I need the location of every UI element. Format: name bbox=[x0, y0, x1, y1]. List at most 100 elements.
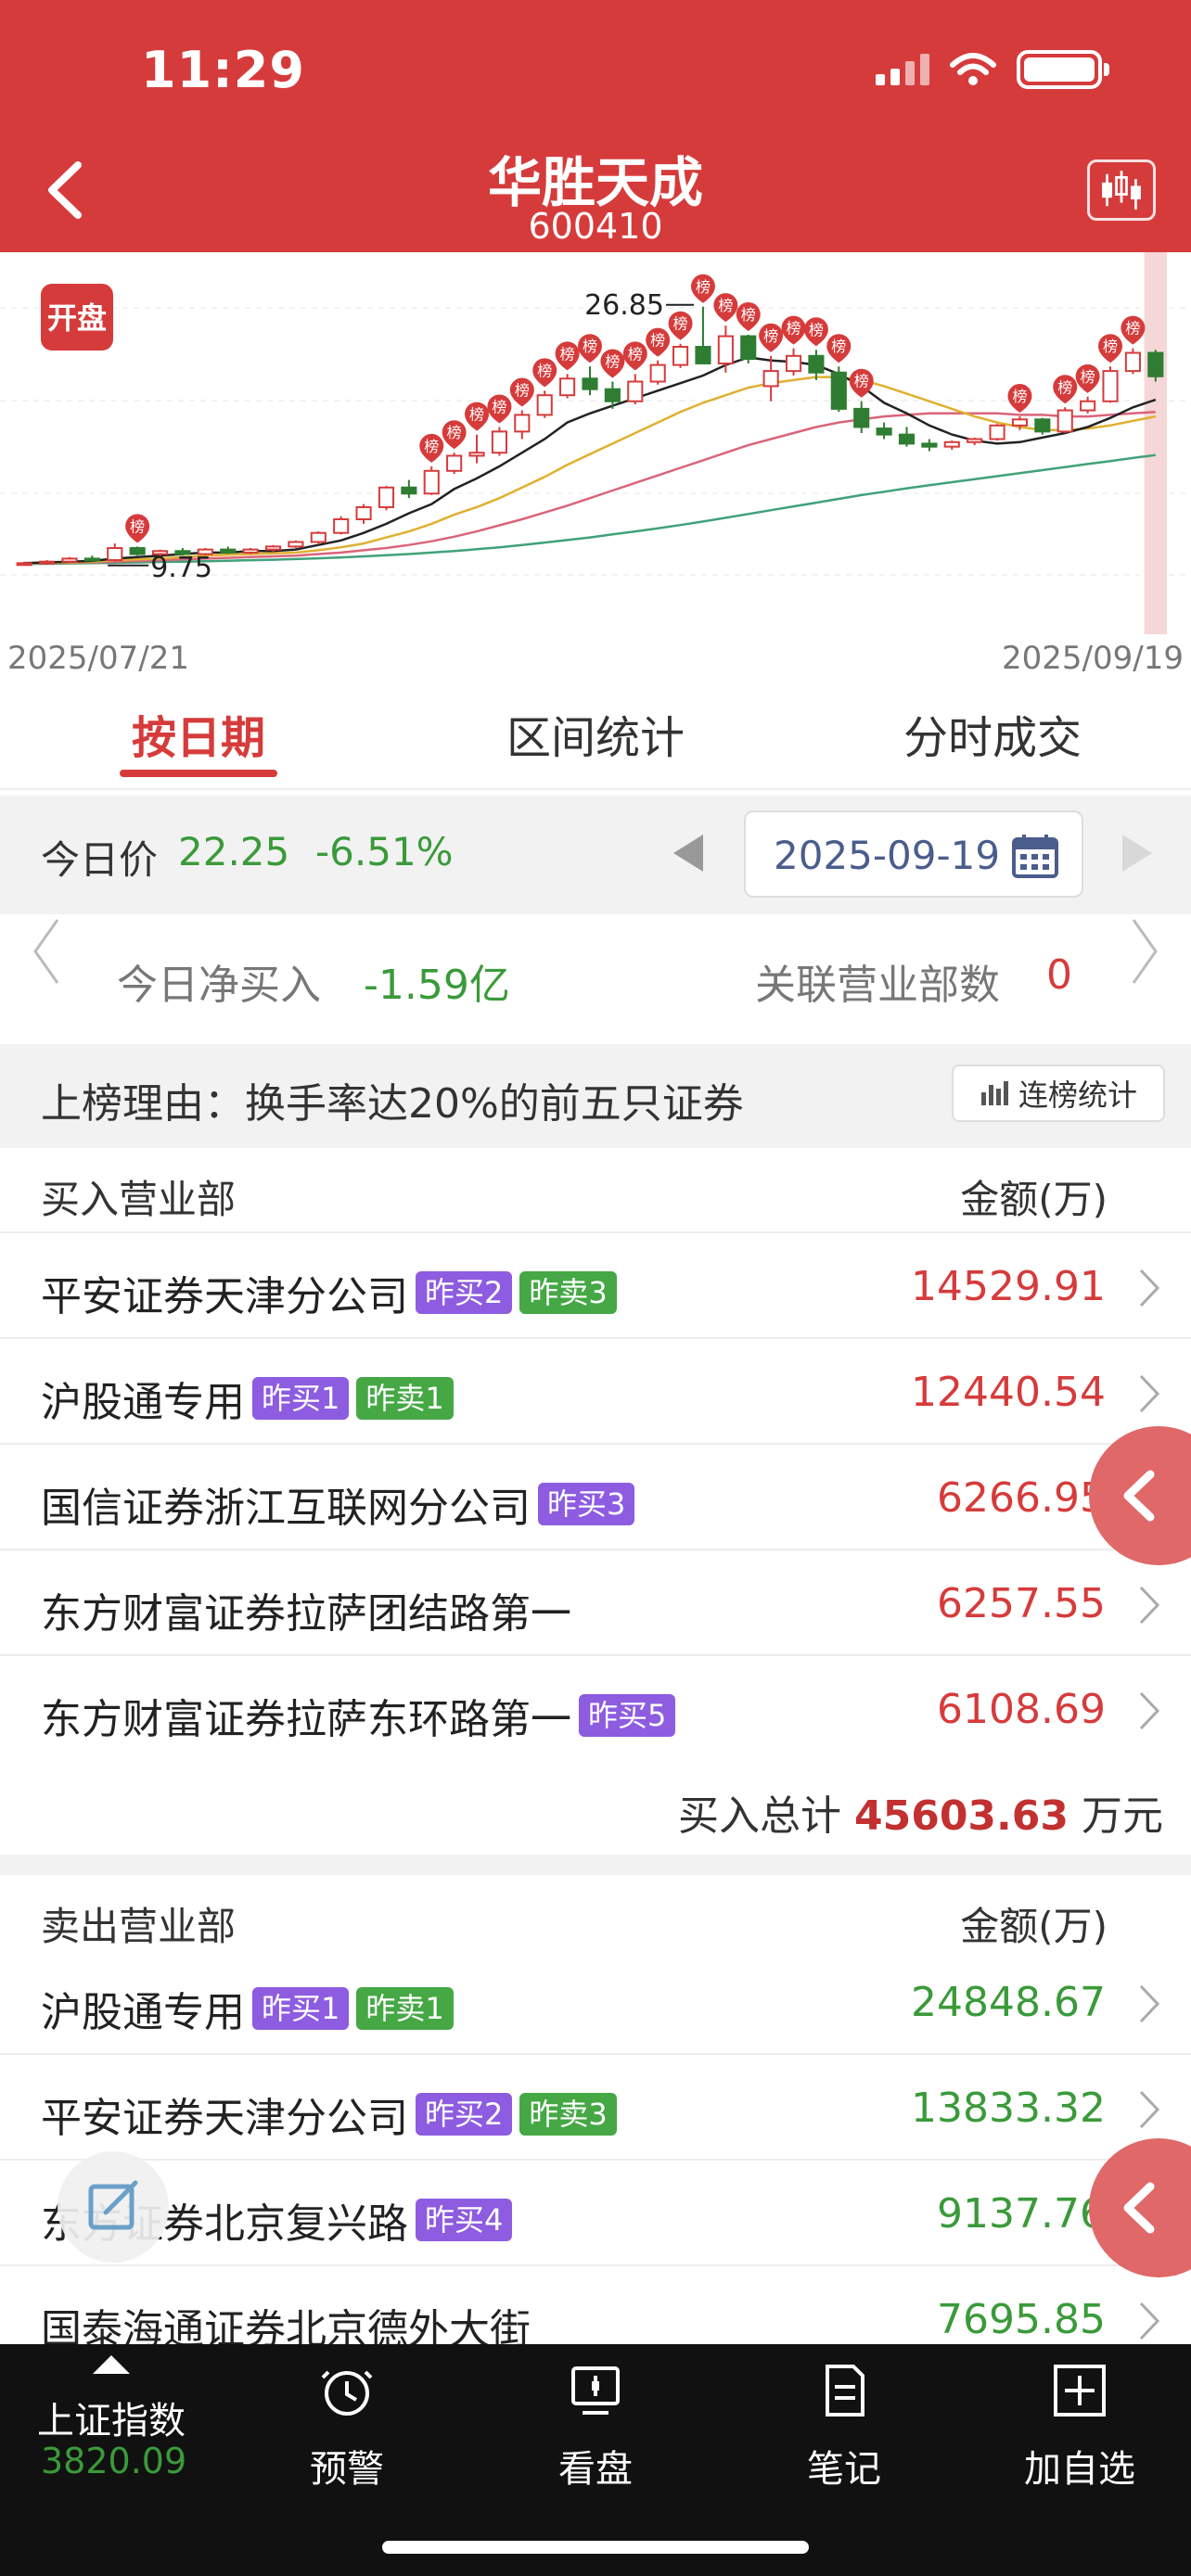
chevron-right-icon[interactable] bbox=[1126, 914, 1163, 988]
candle-body bbox=[604, 388, 621, 402]
opening-badge[interactable]: 开盘 bbox=[41, 284, 113, 351]
candle-body bbox=[582, 377, 598, 390]
candle-body bbox=[943, 440, 960, 448]
nav-label: 加自选 bbox=[1024, 2448, 1135, 2491]
buy-header-label: 买入营业部 bbox=[41, 1177, 237, 1222]
candle-body bbox=[401, 486, 417, 495]
sell-amount-header: 金额(万) bbox=[960, 1904, 1108, 1949]
consecutive-listing-label: 连榜统计 bbox=[1018, 1078, 1137, 1113]
nav-alert[interactable]: 预警 bbox=[254, 2363, 440, 2502]
branch-name: 东方财富证券拉萨东环路第一 bbox=[41, 1696, 571, 1743]
buy-row[interactable]: 东方财富证券拉萨东环路第一 昨买5 6108.69 bbox=[0, 1656, 1191, 1762]
floating-back-button[interactable] bbox=[1089, 2138, 1191, 2277]
market-index-button[interactable]: 上证指数 3820.09 bbox=[0, 2344, 223, 2511]
floating-back-button[interactable] bbox=[1089, 1426, 1191, 1565]
rank-marker-label: 榜 bbox=[605, 353, 620, 371]
nav-label: 笔记 bbox=[807, 2448, 881, 2491]
sell-row[interactable]: 沪股通专用 昨买1 昨卖1 24848.67 bbox=[0, 1949, 1191, 2055]
nav-notes[interactable]: 笔记 bbox=[751, 2363, 937, 2502]
selected-day-highlight bbox=[1144, 252, 1167, 634]
candle-body bbox=[830, 371, 847, 410]
buy-row[interactable]: 平安证券天津分公司 昨买2 昨卖3 14529.91 bbox=[0, 1233, 1191, 1339]
rank-marker-label: 榜 bbox=[1057, 378, 1072, 396]
floating-edit-button[interactable] bbox=[58, 2151, 169, 2263]
candle-body bbox=[740, 335, 757, 361]
buy-amount: 6257.55 bbox=[937, 1580, 1106, 1627]
nav-watch[interactable]: 看盘 bbox=[503, 2363, 688, 2502]
candle-body bbox=[695, 346, 711, 364]
section-divider bbox=[0, 1855, 1191, 1875]
buy-section-header: 买入营业部 金额(万) bbox=[0, 1148, 1191, 1233]
candle-body bbox=[446, 454, 463, 472]
candle-body bbox=[378, 486, 395, 508]
today-price-change: -6.51% bbox=[315, 829, 454, 874]
branch-name: 沪股通专用 bbox=[41, 1379, 245, 1426]
branch-name: 平安证券天津分公司 bbox=[41, 2095, 408, 2142]
candle-body bbox=[853, 407, 870, 428]
candle-body bbox=[16, 562, 32, 567]
sell-amount: 24848.67 bbox=[911, 1979, 1106, 2026]
cellular-signal-icon bbox=[876, 54, 929, 85]
candle-body bbox=[967, 438, 983, 443]
candle-body bbox=[785, 354, 802, 373]
candle-body bbox=[808, 354, 825, 374]
low-price-label: 9.75 bbox=[150, 552, 212, 584]
prev-date-arrow-icon[interactable] bbox=[673, 835, 703, 872]
candle-body bbox=[762, 370, 779, 388]
candlestick-chart[interactable]: 榜榜榜榜榜榜榜榜榜榜榜榜榜榜榜榜榜榜榜榜榜榜榜榜榜榜 26.85 9.75 开盘 20… bbox=[0, 252, 1191, 679]
yesterday-buy-badge: 昨买1 bbox=[252, 1987, 350, 2030]
selected-date: 2025-09-19 bbox=[774, 833, 1001, 878]
chart-end-date: 2025/09/19 bbox=[1002, 640, 1184, 677]
rank-marker-label: 榜 bbox=[424, 438, 439, 455]
buy-row[interactable]: 国信证券浙江互联网分公司 昨买3 6266.95 bbox=[0, 1445, 1191, 1550]
sell-row[interactable]: 东方证券北京复兴路 昨买4 9137.76 bbox=[0, 2161, 1191, 2266]
chevron-left-icon[interactable] bbox=[28, 914, 65, 988]
nav-add-watchlist[interactable]: 加自选 bbox=[987, 2363, 1172, 2502]
rank-marker-label: 榜 bbox=[1103, 338, 1118, 355]
branch-name: 沪股通专用 bbox=[41, 1989, 245, 2036]
candle-body bbox=[876, 427, 892, 436]
calendar-icon bbox=[1012, 835, 1058, 878]
candle-body bbox=[989, 424, 1005, 440]
buy-amount: 12440.54 bbox=[911, 1369, 1106, 1416]
candle-body bbox=[1011, 418, 1029, 427]
kline-chart-icon[interactable] bbox=[1087, 159, 1156, 221]
rank-marker-label: 榜 bbox=[763, 327, 778, 345]
candle-body bbox=[1124, 351, 1141, 373]
listing-reason-text: 上榜理由：换手率达20%的前五只证券 bbox=[41, 1080, 744, 1128]
ma20-line bbox=[24, 410, 1156, 565]
buy-row[interactable]: 东方财富证券拉萨团结路第一 6257.55 bbox=[0, 1550, 1191, 1656]
candle-body bbox=[355, 505, 372, 520]
tab-range-stats[interactable]: 区间统计 bbox=[397, 679, 794, 788]
next-date-arrow-icon[interactable] bbox=[1122, 835, 1152, 872]
candle-body bbox=[559, 377, 576, 397]
edit-icon bbox=[88, 2180, 138, 2230]
kline-svg: 榜榜榜榜 榜榜榜榜 榜榜 榜榜榜榜榜榜榜榜榜榜榜榜榜榜榜榜26.859.75开盘 bbox=[0, 252, 1191, 634]
candle-body bbox=[649, 363, 666, 383]
consecutive-listing-button[interactable]: 连榜统计 bbox=[952, 1065, 1165, 1122]
yesterday-sell-badge: 昨卖1 bbox=[356, 1987, 454, 2030]
tab-intraday-trades[interactable]: 分时成交 bbox=[794, 679, 1191, 788]
rank-marker-label: 榜 bbox=[673, 315, 688, 333]
stock-code: 600410 bbox=[528, 206, 663, 247]
rank-marker-label: 榜 bbox=[583, 338, 597, 355]
rank-marker-label: 榜 bbox=[650, 332, 665, 350]
price-row: 今日价 22.25 -6.51% 2025-09-19 bbox=[0, 796, 1191, 914]
sell-row[interactable]: 平安证券天津分公司 昨买2 昨卖3 13833.32 bbox=[0, 2055, 1191, 2161]
buy-row[interactable]: 沪股通专用 昨买1 昨卖1 12440.54 bbox=[0, 1339, 1191, 1445]
branch-name: 东方财富证券拉萨团结路第一 bbox=[41, 1590, 571, 1638]
rank-marker-label: 榜 bbox=[831, 338, 846, 355]
candle-body bbox=[1147, 351, 1164, 377]
today-price-value: 22.25 bbox=[178, 829, 290, 874]
tab-by-date[interactable]: 按日期 bbox=[0, 679, 397, 788]
index-value: 3820.09 bbox=[41, 2441, 187, 2481]
branch-name: 国信证券浙江互联网分公司 bbox=[41, 1485, 531, 1532]
yesterday-sell-badge: 昨卖3 bbox=[519, 2093, 617, 2136]
date-picker[interactable]: 2025-09-19 bbox=[744, 810, 1083, 898]
buy-amount-header: 金额(万) bbox=[960, 1177, 1108, 1222]
rank-marker-label: 榜 bbox=[809, 321, 824, 338]
candle-body bbox=[468, 452, 485, 457]
chevron-left-icon bbox=[1123, 1470, 1155, 1522]
yesterday-buy-badge: 昨买5 bbox=[579, 1694, 676, 1737]
chart-start-date: 2025/07/21 bbox=[7, 640, 189, 677]
